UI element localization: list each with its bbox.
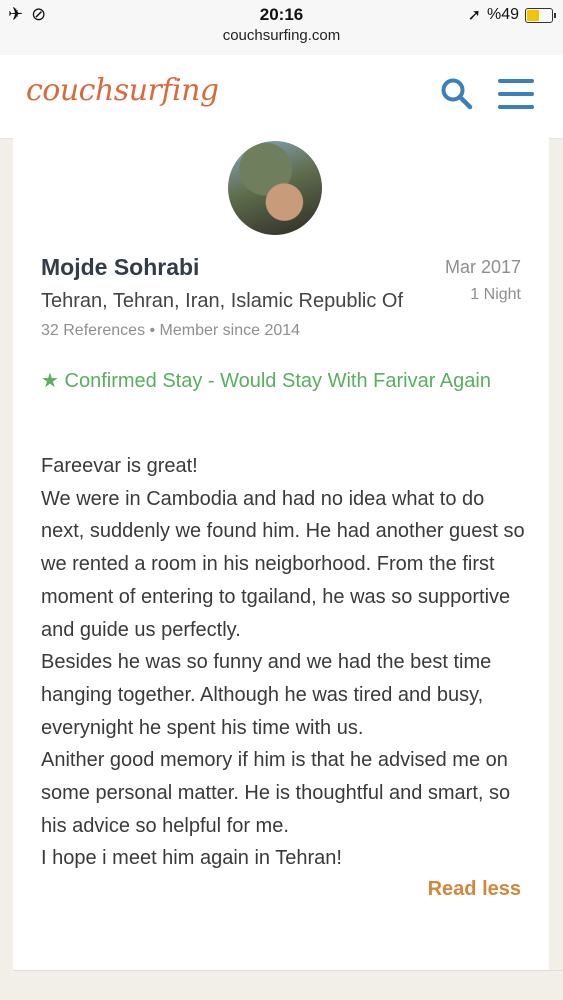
star-icon: ★ [41,370,59,392]
battery-icon [525,7,556,23]
confirmed-stay: ★ Confirmed Stay - Would Stay With Fariv… [41,365,501,398]
hamburger-menu-icon[interactable] [498,79,534,109]
status-right: ➚ %49 [467,5,556,25]
search-icon [441,78,473,110]
reference-date: Mar 2017 [444,257,521,277]
couchsurfing-logo[interactable]: couchsurfing [26,73,219,108]
review-line: Fareevar is great! [41,455,198,477]
reference-card: Mojde Sohrabi Tehran, Tehran, Iran, Isla… [13,138,563,971]
review-line: Besides he was so funny and we had the b… [41,651,492,739]
search-button[interactable] [440,77,474,111]
stay-duration: 1 Night [470,286,521,303]
location-arrow-icon: ➚ [467,7,481,24]
author-meta: 32 References • Member since 2014 [41,322,301,339]
avatar[interactable] [228,141,322,235]
review-line: We were in Cambodia and had no idea what… [41,487,525,641]
confirmed-stay-label: Confirmed Stay - Would Stay With Farivar… [64,370,491,392]
site-header: couchsurfing [0,55,563,139]
read-less-link[interactable]: Read less [428,878,521,901]
url-bar[interactable]: couchsurfing.com [0,27,563,44]
divider [13,970,563,971]
author-location: Tehran, Tehran, Iran, Islamic Republic O… [41,290,404,312]
status-bar: ✈ ⊘ 20:16 couchsurfing.com ➚ %49 [0,0,563,55]
reference-author-name[interactable]: Mojde Sohrabi [41,254,199,281]
battery-percent: %49 [486,6,519,23]
review-text: Fareevar is great! We were in Cambodia a… [41,450,531,875]
review-line: Anither good memory if him is that he ad… [41,749,511,837]
review-line: I hope i meet him again in Tehran! [41,847,342,870]
